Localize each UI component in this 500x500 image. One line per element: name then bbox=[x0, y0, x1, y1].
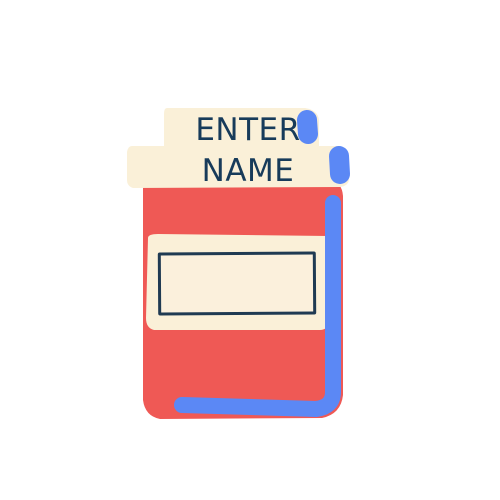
jar-icon bbox=[127, 108, 350, 419]
name-entry-box[interactable] bbox=[157, 251, 317, 316]
lid-text-line-2: NAME bbox=[201, 153, 295, 189]
jar-illustration: ENTER NAME bbox=[0, 0, 500, 500]
lid-text-line-1: ENTER bbox=[195, 112, 301, 148]
